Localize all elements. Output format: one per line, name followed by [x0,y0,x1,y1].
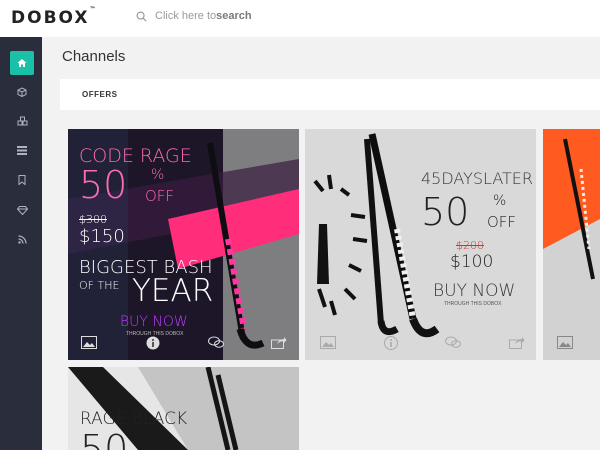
card-cta: BUY NOW [120,314,188,330]
card-old-price: $300 [79,213,107,226]
cube-icon [17,87,27,97]
rss-icon [17,234,27,244]
card-actions [305,336,536,354]
diamond-icon [16,205,28,215]
cubes-icon [17,116,27,126]
card-cta: BUY NOW [433,281,516,301]
search-icon [136,11,147,22]
card-percent: 50 [80,427,129,450]
page-title: Channels [62,48,126,65]
card-headline: RAGE BLACK [80,409,188,429]
offer-card-code-rage[interactable]: CODE RAGE 50 % OFF $300 $150 BIGGEST BAS… [68,129,299,360]
card-percent-sign: % [151,167,165,183]
card-percent: 50 [79,163,128,207]
list-icon [17,145,27,155]
home-icon [17,59,27,67]
card-new-price: $100 [450,252,494,272]
card-new-price: $150 [79,226,125,247]
offer-card-partial[interactable] [543,129,600,360]
image-icon[interactable] [81,336,97,354]
info-icon[interactable] [146,336,160,355]
image-icon[interactable] [320,336,336,354]
image-icon[interactable] [557,336,573,354]
search-input[interactable]: Click here to search [136,10,252,22]
card-bash-year: YEAR [132,273,214,309]
sidebar-item-cube[interactable] [10,80,34,104]
card-actions [68,336,299,354]
sidebar-item-list[interactable] [10,138,34,162]
card-headline: 45DAYSLATER [421,169,534,188]
share-icon[interactable] [509,336,525,354]
card-background [543,129,600,360]
sidebar-item-bookmark[interactable] [10,168,34,192]
card-cta-sub: THROUGH THIS DOBOX [444,301,502,307]
card-off-label: OFF [145,187,175,205]
tab-bar: OFFERS [60,79,600,110]
card-old-price: $200 [456,239,484,252]
offer-card-45dayslater[interactable]: 45DAYSLATER 50 % OFF $200 $100 BUY NOW T… [305,129,536,360]
card-percent-sign: % [493,193,507,209]
card-background [305,129,536,360]
card-percent: 50 [421,190,470,234]
comment-icon[interactable] [445,336,461,354]
sidebar-item-rss[interactable] [10,227,34,251]
bookmark-icon [18,175,26,185]
top-bar: DOBOX™ Click here to search [0,0,600,37]
offer-card-rage-black[interactable]: RAGE BLACK 50 [68,367,299,450]
comment-icon[interactable] [208,336,224,354]
sidebar-item-cubes[interactable] [10,109,34,133]
card-actions [543,336,600,354]
page-header: Channels [42,37,600,75]
app-logo[interactable]: DOBOX™ [11,6,95,28]
card-bash-of-the: OF THE [79,279,120,292]
share-icon[interactable] [271,336,287,354]
info-icon[interactable] [384,336,398,355]
sidebar [0,37,42,450]
tab-offers[interactable]: OFFERS [82,90,117,99]
sidebar-item-diamond[interactable] [10,198,34,222]
sidebar-item-home[interactable] [10,51,34,75]
card-off-label: OFF [487,213,517,231]
